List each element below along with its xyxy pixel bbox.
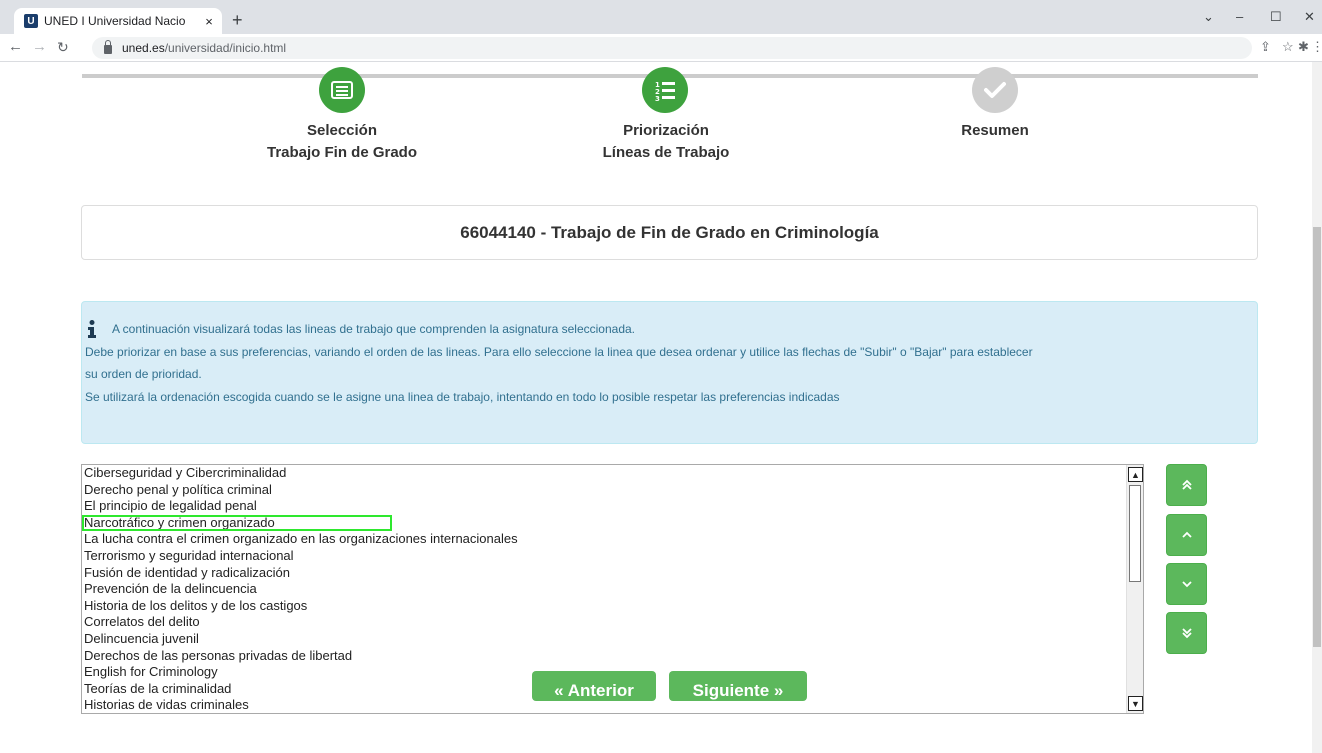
listbox-scrollbar[interactable]: ▲ ▼: [1126, 465, 1143, 713]
info-icon: [85, 320, 99, 339]
forward-arrow-icon[interactable]: →: [32, 39, 47, 55]
stepper-track: 123: [82, 67, 1258, 113]
list-item[interactable]: La lucha contra el crimen organizado en …: [82, 531, 1127, 548]
step-2-label: Priorización Líneas de Trabajo: [536, 120, 796, 164]
step-1-label: Selección Trabajo Fin de Grado: [212, 120, 472, 164]
tab-close-icon[interactable]: ×: [200, 14, 218, 29]
chevron-down-icon: [1181, 581, 1192, 588]
list-item[interactable]: Fusión de identidad y radicalización: [82, 565, 1127, 582]
move-up-button[interactable]: [1166, 514, 1207, 556]
menu-icon[interactable]: ⋮: [1311, 40, 1322, 54]
move-to-top-button[interactable]: [1166, 464, 1207, 506]
double-chevron-up-icon: [1181, 479, 1192, 490]
url-path: /universidad/inicio.html: [164, 41, 287, 55]
move-to-bottom-button[interactable]: [1166, 612, 1207, 654]
page-scrollbar[interactable]: [1312, 62, 1322, 753]
scroll-up-arrow-icon[interactable]: ▲: [1128, 467, 1143, 482]
info-line-3: su orden de prioridad.: [85, 367, 202, 381]
info-alert: A continuación visualizará todas las lin…: [81, 301, 1258, 444]
info-line-4: Se utilizará la ordenación escogida cuan…: [85, 389, 840, 404]
page-viewport: 123 Selección Trabajo Fin de Grado Prior…: [0, 62, 1312, 753]
list-item[interactable]: Narcotráfico y crimen organizado: [82, 514, 392, 532]
lock-icon: [104, 39, 112, 54]
info-line-1: A continuación visualizará todas las lin…: [85, 318, 1257, 341]
list-item[interactable]: Delincuencia juvenil: [82, 631, 1127, 648]
page-scroll-thumb[interactable]: [1313, 227, 1321, 647]
extensions-icon[interactable]: ✱: [1298, 40, 1309, 54]
list-item[interactable]: Prevención de la delincuencia: [82, 581, 1127, 598]
move-down-button[interactable]: [1166, 563, 1207, 605]
list-item[interactable]: Derechos de las personas privadas de lib…: [82, 648, 1127, 665]
close-window-button[interactable]: ✕: [1304, 9, 1315, 25]
step-1-title: Selección: [306, 122, 378, 139]
new-tab-button[interactable]: +: [232, 11, 243, 29]
share-icon[interactable]: ⇪: [1260, 40, 1271, 54]
tab-search-icon[interactable]: ⌄: [1203, 9, 1214, 25]
browser-tab[interactable]: U UNED I Universidad Nacio ×: [14, 8, 222, 34]
address-bar[interactable]: uned.es/universidad/inicio.html: [92, 37, 1252, 59]
minimize-button[interactable]: –: [1236, 9, 1243, 24]
info-line-2: Debe priorizar en base a sus preferencia…: [85, 344, 1033, 359]
list-item[interactable]: Derecho penal y política criminal: [82, 482, 1127, 499]
uned-favicon: U: [24, 14, 38, 28]
numbered-list-icon: 123: [642, 67, 688, 113]
list-item[interactable]: Terrorismo y seguridad internacional: [82, 548, 1127, 565]
step-1-subtitle: Trabajo Fin de Grado: [266, 144, 418, 161]
back-arrow-icon[interactable]: ←: [8, 39, 23, 55]
step-3-title: Resumen: [961, 122, 1029, 139]
list-item[interactable]: El principio de legalidad penal: [82, 498, 1127, 515]
chevron-up-icon: [1181, 531, 1192, 538]
double-chevron-down-icon: [1181, 628, 1192, 639]
browser-tabstrip: U UNED I Universidad Nacio × + ⌄ – ☐ ✕: [0, 0, 1322, 34]
scroll-down-arrow-icon[interactable]: ▼: [1128, 696, 1143, 711]
listbox-scroll-thumb[interactable]: [1129, 485, 1141, 582]
bookmark-star-icon[interactable]: ☆: [1282, 40, 1294, 54]
list-item[interactable]: Historia de los delitos y de los castigo…: [82, 598, 1127, 615]
list-item[interactable]: Ciberseguridad y Cibercriminalidad: [82, 465, 1127, 482]
step-2-title: Priorización: [623, 122, 709, 139]
list-item[interactable]: Correlatos del delito: [82, 614, 1127, 631]
tab-title: UNED I Universidad Nacio: [44, 14, 186, 28]
list-card-icon: [319, 67, 365, 113]
maximize-button[interactable]: ☐: [1270, 9, 1282, 25]
info-text-1: A continuación visualizará todas las lin…: [112, 322, 636, 336]
step-3-label: Resumen: [865, 120, 1125, 142]
url-host: uned.es: [122, 41, 165, 55]
reload-icon[interactable]: ↻: [57, 39, 69, 55]
step-2-subtitle: Líneas de Trabajo: [602, 144, 730, 161]
svg-text:3: 3: [655, 95, 660, 101]
subject-title: 66044140 - Trabajo de Fin de Grado en Cr…: [81, 205, 1258, 260]
check-icon: [972, 67, 1018, 113]
browser-toolbar: ← → ↻ uned.es/universidad/inicio.html ⇪ …: [0, 34, 1322, 62]
next-button[interactable]: Siguiente »: [669, 671, 807, 701]
previous-button[interactable]: « Anterior: [532, 671, 656, 701]
